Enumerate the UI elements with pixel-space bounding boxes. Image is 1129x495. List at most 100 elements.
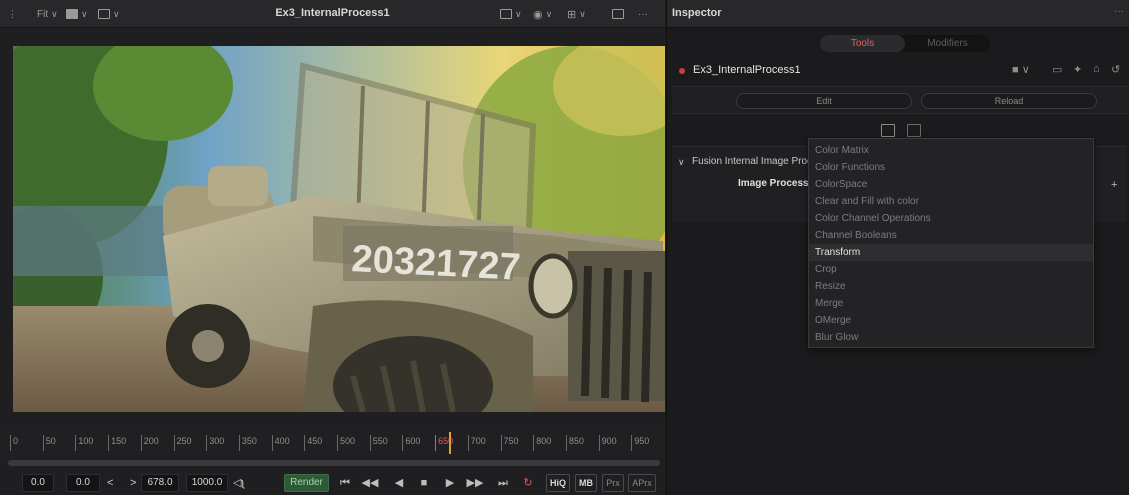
auto-proxy-toggle[interactable]: APrx: [628, 474, 656, 492]
viewer-title: Ex3_InternalProcess1: [275, 7, 390, 19]
reload-button[interactable]: Reload: [921, 93, 1097, 109]
viewer-menu-icon[interactable]: ⋮: [8, 7, 17, 21]
tab-modifiers[interactable]: Modifiers: [905, 35, 990, 52]
ruler-tick: 200: [140, 435, 159, 451]
go-to-end-icon[interactable]: ⏭: [494, 473, 512, 493]
proxy-toggle[interactable]: Prx: [602, 474, 624, 492]
lock-icon[interactable]: ⌂: [1093, 63, 1100, 75]
transport-bar: 0.0 0.0 < > 678.0 1000.0 ◁ʅ Render ⏮ ◀◀ …: [0, 472, 665, 495]
dropdown-item[interactable]: Resize: [809, 278, 1093, 295]
go-to-start-icon[interactable]: ⏮: [336, 473, 354, 493]
section-title[interactable]: Fusion Internal Image Proce: [692, 156, 818, 167]
view-mode-button[interactable]: ∨: [98, 7, 120, 21]
plate-number: 20321727: [351, 238, 522, 289]
mb-toggle[interactable]: MB: [575, 474, 597, 492]
play-reverse-icon[interactable]: ◀: [390, 473, 408, 493]
dropdown-item[interactable]: Merge: [809, 295, 1093, 312]
reset-icon[interactable]: ↺: [1111, 63, 1120, 76]
playhead[interactable]: [449, 432, 451, 454]
ruler-tick: 300: [206, 435, 224, 451]
ruler-tick: 400: [271, 435, 290, 451]
chevron-down-icon: ∨: [579, 8, 586, 19]
next-frame-button[interactable]: >: [130, 474, 136, 492]
edit-button[interactable]: Edit: [736, 93, 912, 109]
viewer-toolbar: ⋮ Fit ∨ ∨ ∨ Ex3_InternalProcess1 ∨ ◉ ∨ ⊞ ∨ …: [0, 0, 665, 28]
dropdown-item[interactable]: Clear and Fill with color: [809, 193, 1093, 210]
grid-icon: ⊞: [567, 8, 577, 21]
render-button[interactable]: Render: [284, 474, 329, 492]
view-layout-button[interactable]: ∨: [66, 7, 88, 21]
dropdown-item[interactable]: Channel Booleans: [809, 227, 1093, 244]
viewer-panel: ⋮ Fit ∨ ∨ ∨ Ex3_InternalProcess1 ∨ ◉ ∨ ⊞ ∨ …: [0, 0, 665, 495]
add-icon[interactable]: +: [1111, 179, 1117, 191]
timeline-scrub-bar[interactable]: [8, 460, 660, 466]
pin-icon[interactable]: ✦: [1073, 63, 1082, 76]
ruler-tick: 550: [369, 435, 388, 451]
dropdown-item[interactable]: Color Matrix: [809, 142, 1093, 159]
chevron-down-icon: ∨: [515, 8, 522, 19]
dropdown-item[interactable]: Color Channel Operations: [809, 210, 1093, 227]
ruler-tick: 700: [467, 435, 486, 451]
dropdown-item[interactable]: Blur Glow: [809, 329, 1093, 346]
controls-tab-icon[interactable]: [881, 124, 895, 137]
ruler-tick: 900: [598, 435, 617, 451]
edit-reload-bar: Edit Reload: [672, 86, 1129, 114]
time-ruler[interactable]: 0 50 100 150 200 250 300 350 400 450 500 550 600 650 7…: [0, 430, 665, 458]
ruler-tick: 750: [500, 435, 519, 451]
chevron-down-icon[interactable]: ∨: [678, 157, 685, 168]
ruler-tick: 800: [533, 435, 551, 451]
ruler-tick: 0: [10, 435, 18, 451]
guides-button[interactable]: ⊞ ∨: [567, 7, 586, 21]
viewer-image[interactable]: 20321727: [13, 46, 665, 412]
fit-label: Fit: [37, 8, 49, 20]
dropdown-item[interactable]: ColorSpace: [809, 176, 1093, 193]
image-process-label: Image Process: [738, 178, 809, 189]
step-back-icon[interactable]: ◀◀: [361, 473, 379, 493]
viewer-options-button[interactable]: ···: [638, 7, 648, 21]
global-end-field[interactable]: 1000.0: [186, 474, 228, 492]
inspector-tabs: Tools Modifiers: [820, 35, 990, 52]
render-start-field[interactable]: 0.0: [66, 474, 100, 492]
color-channel-icon: ◉: [533, 8, 543, 21]
ruler-tick: 150: [108, 435, 126, 451]
image-process-dropdown[interactable]: Color Matrix Color Functions ColorSpace Cle…: [808, 138, 1094, 348]
roi-button[interactable]: [612, 7, 624, 21]
settings-tab-icon[interactable]: [907, 124, 921, 137]
node-name: Ex3_InternalProcess1: [693, 64, 801, 76]
play-icon[interactable]: ▶: [441, 473, 459, 493]
tab-tools[interactable]: Tools: [820, 35, 905, 52]
ruler-tick: 350: [238, 435, 257, 451]
loop-icon[interactable]: ↻: [519, 473, 537, 493]
inspector-header: Inspector ···: [667, 0, 1129, 28]
lut-icon: [500, 9, 512, 19]
color-channel-button[interactable]: ◉ ∨: [533, 7, 552, 21]
node-enable-dot[interactable]: [679, 68, 685, 74]
versions-icon[interactable]: ▭: [1052, 63, 1062, 76]
ruler-tick: 950: [631, 435, 649, 451]
fit-zoom-dropdown[interactable]: Fit ∨: [37, 7, 58, 21]
global-start-field[interactable]: 0.0: [22, 474, 54, 492]
jeep-photo: 20321727: [13, 46, 665, 412]
chevron-down-icon: ∨: [113, 8, 120, 19]
hiq-toggle[interactable]: HiQ: [546, 474, 570, 492]
viewer-mode-icon: [98, 9, 110, 19]
ruler-tick: 50: [42, 435, 56, 451]
ruler-tick: 500: [337, 435, 355, 451]
render-end-field[interactable]: 678.0: [141, 474, 179, 492]
stop-icon[interactable]: ■: [415, 473, 433, 493]
more-icon: ···: [638, 8, 648, 20]
ruler-tick: 600: [402, 435, 420, 451]
step-forward-icon[interactable]: ▶▶: [466, 473, 484, 493]
dropdown-item[interactable]: Crop: [809, 261, 1093, 278]
node-color-icon[interactable]: ■ ∨: [1012, 63, 1030, 76]
lut-button[interactable]: ∨: [500, 7, 522, 21]
more-icon[interactable]: ···: [1114, 6, 1124, 17]
roi-icon: [612, 9, 624, 19]
dropdown-item[interactable]: Transform: [809, 244, 1093, 261]
dropdown-item[interactable]: OMerge: [809, 312, 1093, 329]
ruler-tick: 250: [173, 435, 192, 451]
ruler-tick: 450: [304, 435, 322, 451]
dropdown-item[interactable]: Color Functions: [809, 159, 1093, 176]
prev-frame-button[interactable]: <: [107, 474, 113, 492]
audio-icon[interactable]: ◁ʅ: [233, 474, 244, 492]
